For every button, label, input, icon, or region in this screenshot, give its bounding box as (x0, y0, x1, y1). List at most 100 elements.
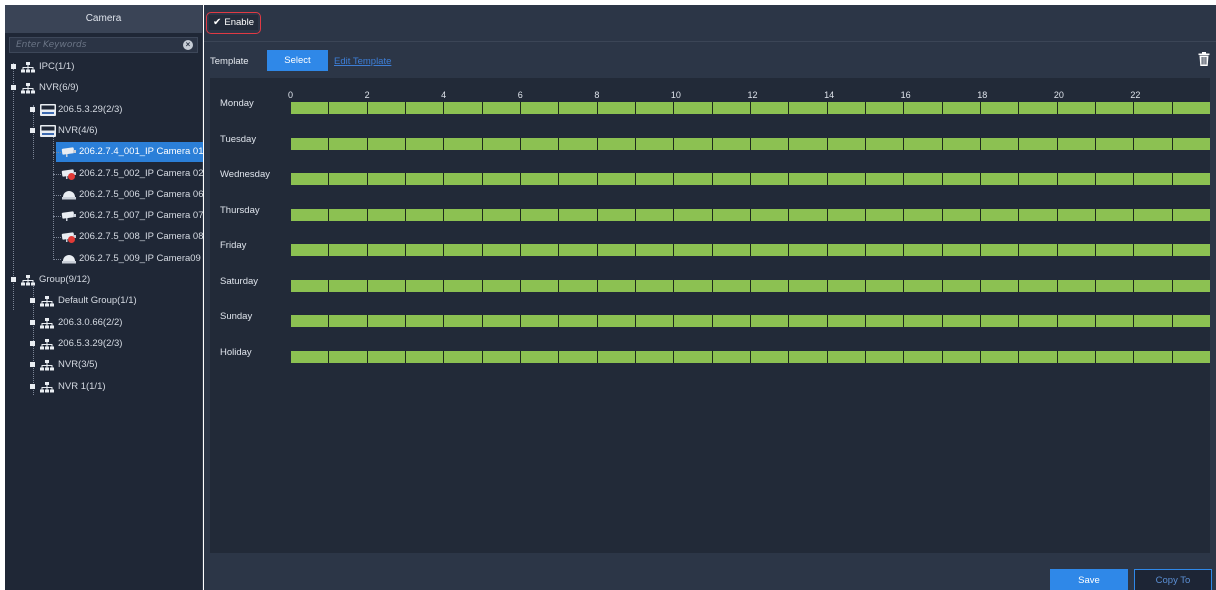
hour-slot[interactable] (598, 350, 636, 363)
hour-slot[interactable] (406, 279, 445, 292)
hour-slot[interactable] (559, 137, 598, 150)
hour-slot[interactable] (789, 102, 828, 114)
save-button[interactable]: Save (1050, 569, 1128, 590)
hour-slot[interactable] (598, 244, 636, 256)
hour-slot[interactable] (943, 102, 981, 114)
trash-icon[interactable] (1198, 52, 1210, 66)
hour-slot[interactable] (521, 279, 560, 292)
hour-slot[interactable] (713, 208, 751, 221)
hour-slot[interactable] (1058, 279, 1096, 292)
hour-slot[interactable] (751, 279, 790, 292)
day-schedule-bar[interactable] (291, 244, 1210, 256)
hour-slot[interactable] (943, 137, 981, 150)
hour-slot[interactable] (1096, 102, 1135, 114)
hour-slot[interactable] (866, 173, 905, 185)
tree-item[interactable]: IPC(1/1) (5, 57, 203, 77)
day-schedule-bar[interactable] (291, 173, 1210, 185)
hour-slot[interactable] (1173, 351, 1210, 363)
day-schedule-bar[interactable] (291, 279, 1210, 292)
hour-slot[interactable] (559, 279, 598, 292)
hour-slot[interactable] (789, 244, 828, 256)
day-schedule-bar[interactable] (291, 137, 1210, 150)
hour-slot[interactable] (789, 279, 828, 292)
tree-item[interactable]: 206.2.7.5_009_IP Camera09 (5, 249, 203, 269)
hour-slot[interactable] (1019, 279, 1058, 292)
search-box[interactable]: × (9, 37, 198, 53)
day-schedule-bar[interactable] (291, 350, 1210, 363)
hour-slot[interactable] (329, 315, 368, 327)
hour-slot[interactable] (1019, 208, 1058, 221)
hour-slot[interactable] (1058, 173, 1096, 185)
hour-slot[interactable] (866, 279, 905, 292)
hour-slot[interactable] (828, 102, 866, 114)
hour-slot[interactable] (444, 315, 483, 327)
hour-slot[interactable] (368, 208, 406, 221)
hour-slot[interactable] (483, 208, 521, 221)
expander-icon[interactable] (30, 106, 35, 112)
tree-item[interactable]: 206.2.7.5_002_IP Camera 02 (5, 164, 203, 184)
hour-slot[interactable] (674, 279, 713, 292)
hour-slot[interactable] (674, 137, 713, 150)
hour-slot[interactable] (636, 102, 675, 114)
hour-slot[interactable] (674, 173, 713, 185)
hour-slot[interactable] (444, 102, 483, 114)
hour-slot[interactable] (329, 137, 368, 150)
hour-slot[interactable] (636, 244, 675, 256)
hour-slot[interactable] (789, 173, 828, 185)
hour-slot[interactable] (981, 173, 1020, 185)
hour-slot[interactable] (598, 208, 636, 221)
hour-slot[interactable] (789, 315, 828, 327)
hour-slot[interactable] (291, 315, 330, 327)
hour-slot[interactable] (828, 244, 866, 256)
enable-checkbox[interactable]: ✔ Enable (209, 15, 258, 30)
hour-slot[interactable] (483, 279, 521, 292)
hour-slot[interactable] (598, 137, 636, 150)
tree-item[interactable]: 206.5.3.29(2/3) (5, 100, 203, 120)
hour-slot[interactable] (368, 244, 406, 256)
hour-slot[interactable] (636, 279, 675, 292)
hour-slot[interactable] (828, 173, 866, 185)
hour-slot[interactable] (904, 350, 943, 363)
hour-slot[interactable] (444, 137, 483, 150)
day-schedule-bar[interactable] (291, 102, 1210, 114)
hour-slot[interactable] (674, 350, 713, 363)
hour-slot[interactable] (1096, 244, 1135, 256)
search-input[interactable] (10, 38, 197, 52)
hour-slot[interactable] (329, 102, 368, 114)
hour-slot[interactable] (598, 279, 636, 292)
hour-slot[interactable] (751, 315, 790, 327)
hour-slot[interactable] (713, 137, 751, 150)
hour-slot[interactable] (1058, 315, 1096, 327)
hour-slot[interactable] (521, 350, 560, 363)
hour-slot[interactable] (291, 208, 330, 221)
hour-slot[interactable] (1134, 315, 1173, 327)
hour-slot[interactable] (406, 208, 445, 221)
hour-slot[interactable] (904, 208, 943, 221)
hour-slot[interactable] (1019, 244, 1058, 256)
hour-slot[interactable] (713, 350, 751, 363)
hour-slot[interactable] (1134, 279, 1173, 292)
edit-template-link[interactable]: Edit Template (334, 56, 391, 67)
hour-slot[interactable] (943, 279, 981, 292)
hour-slot[interactable] (521, 137, 560, 150)
hour-slot[interactable] (1173, 102, 1210, 114)
hour-slot[interactable] (751, 173, 790, 185)
hour-slot[interactable] (1058, 208, 1096, 221)
hour-slot[interactable] (751, 244, 790, 256)
hour-slot[interactable] (1173, 244, 1210, 256)
hour-slot[interactable] (1173, 173, 1210, 185)
hour-slot[interactable] (981, 279, 1020, 292)
hour-slot[interactable] (943, 173, 981, 185)
hour-slot[interactable] (1134, 102, 1173, 114)
hour-slot[interactable] (368, 173, 406, 185)
hour-slot[interactable] (713, 279, 751, 292)
hour-slot[interactable] (559, 315, 598, 327)
day-schedule-bar[interactable] (291, 315, 1210, 327)
copy-to-button[interactable]: Copy To (1134, 569, 1212, 590)
hour-slot[interactable] (674, 208, 713, 221)
hour-slot[interactable] (713, 315, 751, 327)
hour-slot[interactable] (1096, 208, 1135, 221)
hour-slot[interactable] (713, 102, 751, 114)
day-schedule-bar[interactable] (291, 208, 1210, 221)
hour-slot[interactable] (674, 244, 713, 256)
